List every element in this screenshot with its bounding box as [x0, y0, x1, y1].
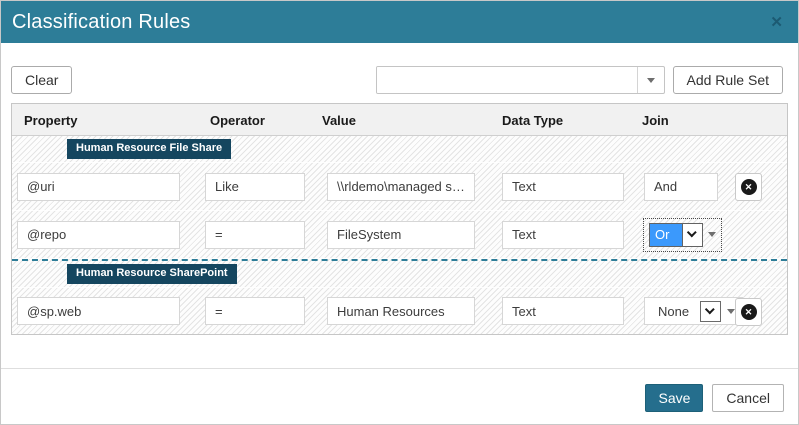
- grid-dropdown-arrow-icon[interactable]: [708, 232, 716, 237]
- operator-input[interactable]: [205, 221, 305, 249]
- chevron-down-icon: [687, 227, 697, 237]
- data-type-input[interactable]: [502, 297, 624, 325]
- ruleset-combobox[interactable]: [376, 66, 665, 94]
- select-chevron-button[interactable]: [701, 302, 720, 321]
- group-badge: Human Resource File Share: [67, 139, 231, 158]
- column-header-data-type: Data Type: [502, 113, 563, 128]
- group-badge: Human Resource SharePoint: [67, 264, 237, 283]
- toolbar-right-group: Add Rule Set: [376, 66, 784, 94]
- close-icon[interactable]: ✕: [770, 15, 783, 30]
- chevron-down-icon: [647, 78, 655, 83]
- footer: Save Cancel: [1, 369, 798, 412]
- rule-row-sp-web: None ✕: [12, 288, 787, 334]
- table-header-row: Property Operator Value Data Type Join: [12, 104, 787, 136]
- value-input[interactable]: [327, 297, 475, 325]
- delete-icon: ✕: [741, 179, 757, 195]
- combobox-dropdown-button[interactable]: [637, 67, 664, 93]
- classification-rules-dialog: Classification Rules ✕ Clear Add Rule Se…: [0, 0, 799, 425]
- delete-rule-button[interactable]: ✕: [735, 173, 762, 201]
- save-button[interactable]: Save: [645, 384, 703, 412]
- toolbar: Clear Add Rule Set: [11, 66, 783, 94]
- operator-input[interactable]: [205, 297, 305, 325]
- data-type-input[interactable]: [502, 221, 624, 249]
- join-input[interactable]: [644, 173, 718, 201]
- property-input[interactable]: [17, 297, 180, 325]
- dialog-title: Classification Rules: [12, 11, 191, 34]
- grid-dropdown-arrow-icon[interactable]: [727, 309, 735, 314]
- rule-row-repo: Or: [12, 211, 787, 259]
- operator-input[interactable]: [205, 173, 305, 201]
- dialog-titlebar: Classification Rules ✕: [1, 1, 798, 43]
- join-select-editor[interactable]: None: [644, 297, 743, 325]
- select-chevron-button[interactable]: [682, 224, 702, 246]
- rules-table: Property Operator Value Data Type Join H…: [11, 103, 788, 335]
- group-row-file-share: Human Resource File Share: [12, 136, 787, 163]
- property-input[interactable]: [17, 173, 180, 201]
- clear-button[interactable]: Clear: [11, 66, 72, 94]
- cancel-button[interactable]: Cancel: [712, 384, 784, 412]
- value-input[interactable]: [327, 221, 475, 249]
- join-select-editor-focused[interactable]: Or: [644, 219, 721, 251]
- column-header-value: Value: [322, 113, 356, 128]
- table-body: Human Resource File Share ✕ O: [12, 136, 787, 334]
- chevron-down-icon: [705, 304, 715, 314]
- property-input[interactable]: [17, 221, 180, 249]
- rule-row-uri: ✕: [12, 163, 787, 211]
- add-rule-set-button[interactable]: Add Rule Set: [673, 66, 784, 94]
- group-row-sharepoint: Human Resource SharePoint: [12, 261, 787, 288]
- column-header-operator: Operator: [210, 113, 265, 128]
- join-select-value: Or: [650, 224, 682, 246]
- join-select-value: None: [653, 304, 694, 319]
- data-type-input[interactable]: [502, 173, 624, 201]
- delete-icon: ✕: [741, 304, 757, 320]
- ruleset-combobox-input[interactable]: [377, 67, 637, 93]
- delete-rule-button[interactable]: ✕: [735, 298, 762, 326]
- join-select[interactable]: Or: [649, 223, 703, 247]
- column-header-join: Join: [642, 113, 669, 128]
- column-header-property: Property: [24, 113, 77, 128]
- value-input[interactable]: [327, 173, 475, 201]
- join-select[interactable]: [700, 301, 721, 322]
